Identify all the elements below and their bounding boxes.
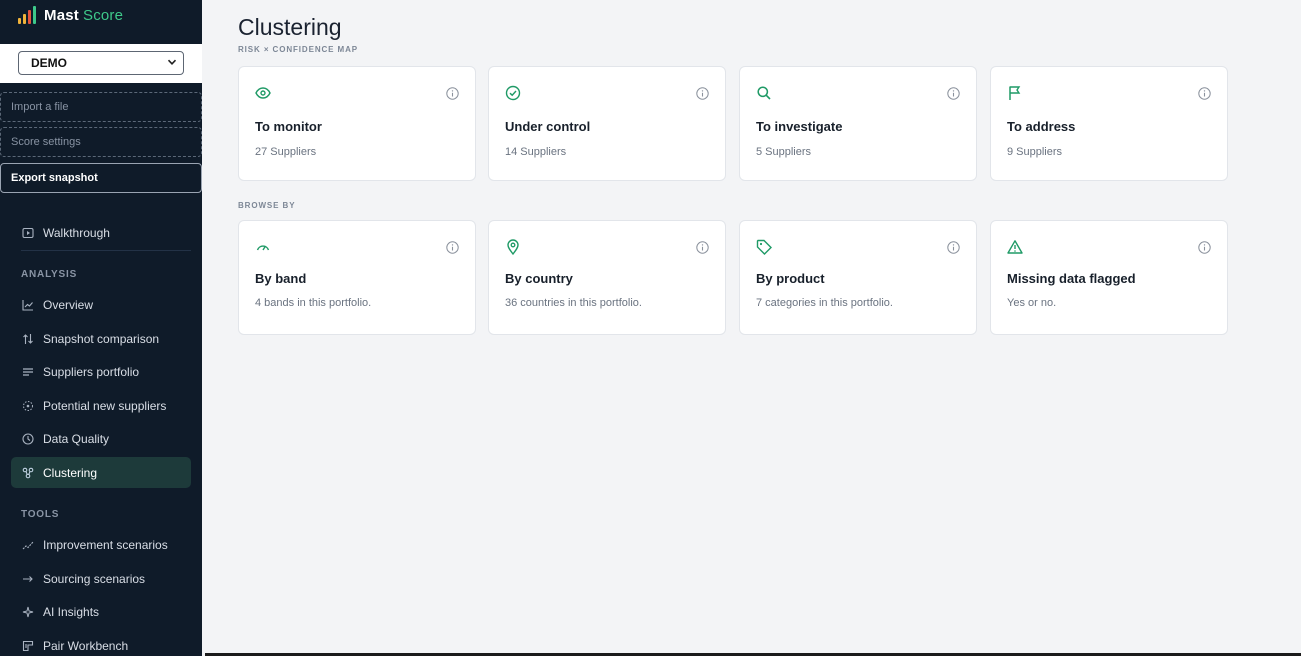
info-icon[interactable] xyxy=(446,87,459,100)
card-missing-data-flagged[interactable]: Missing data flagged Yes or no. xyxy=(990,220,1228,335)
card-to-monitor[interactable]: To monitor 27 Suppliers xyxy=(238,66,476,181)
nav-walkthrough[interactable]: Walkthrough xyxy=(11,217,191,248)
nav-walkthrough-label: Walkthrough xyxy=(43,225,110,240)
card-description: 36 countries in this portfolio. xyxy=(505,297,642,309)
page-title: Clustering xyxy=(238,14,342,40)
brand-logo[interactable]: Mast Score xyxy=(18,4,123,26)
nav-overview[interactable]: Overview xyxy=(11,289,191,320)
nav-data-quality[interactable]: Data Quality xyxy=(11,423,191,454)
sparkle-icon xyxy=(22,400,34,412)
nav-potential-new-suppliers-label: Potential new suppliers xyxy=(43,398,167,413)
nav-ai-insights-label: AI Insights xyxy=(43,604,100,619)
nav-snapshot-comparison-label: Snapshot comparison xyxy=(43,331,160,346)
card-count: 9 Suppliers xyxy=(1007,146,1063,158)
card-title: By product xyxy=(756,271,825,286)
main-content: Clustering RISK × CONFIDENCE MAP To moni… xyxy=(202,0,1301,656)
arrows-updown-icon xyxy=(22,333,34,345)
clock-icon xyxy=(22,432,34,445)
card-title: By band xyxy=(255,271,307,286)
card-by-band[interactable]: By band 4 bands in this portfolio. xyxy=(238,220,476,335)
nav-ai-insights[interactable]: AI Insights xyxy=(11,596,191,627)
nav-improvement-scenarios[interactable]: Improvement scenarios xyxy=(11,529,191,560)
nav-suppliers-portfolio-label: Suppliers portfolio xyxy=(43,364,140,379)
info-icon[interactable] xyxy=(696,87,709,100)
info-icon[interactable] xyxy=(1198,87,1211,100)
info-icon[interactable] xyxy=(947,241,960,254)
nav-sourcing-scenarios-label: Sourcing scenarios xyxy=(43,571,146,586)
tools-heading: TOOLS xyxy=(21,509,60,520)
card-count: 5 Suppliers xyxy=(756,146,812,158)
card-title: To investigate xyxy=(756,119,843,134)
card-title: By country xyxy=(505,271,573,286)
nav-pair-workbench[interactable]: Pair Workbench xyxy=(11,630,191,656)
search-icon xyxy=(756,85,772,101)
cluster-icon xyxy=(22,467,34,479)
trend-icon xyxy=(22,539,34,551)
nav-clustering[interactable]: Clustering xyxy=(11,457,191,488)
page-subtitle: RISK × CONFIDENCE MAP xyxy=(238,45,359,54)
info-icon[interactable] xyxy=(446,241,459,254)
nav-improvement-scenarios-label: Improvement scenarios xyxy=(43,537,168,552)
info-icon[interactable] xyxy=(696,241,709,254)
map-pin-icon xyxy=(505,239,521,256)
nav-overview-label: Overview xyxy=(43,297,94,312)
card-by-country[interactable]: By country 36 countries in this portfoli… xyxy=(488,220,726,335)
list-icon xyxy=(22,366,34,378)
brand-name: Mast Score xyxy=(44,6,124,24)
card-count: 14 Suppliers xyxy=(505,146,567,158)
import-file-button[interactable]: Import a file xyxy=(0,92,202,122)
info-icon[interactable] xyxy=(1198,241,1211,254)
card-title: To monitor xyxy=(255,119,322,134)
card-to-address[interactable]: To address 9 Suppliers xyxy=(990,66,1228,181)
gauge-icon xyxy=(255,239,271,255)
nav-suppliers-portfolio[interactable]: Suppliers portfolio xyxy=(11,356,191,387)
score-settings-button[interactable]: Score settings xyxy=(0,127,202,157)
nav-pair-workbench-label: Pair Workbench xyxy=(43,638,129,653)
workbench-icon xyxy=(22,640,34,652)
card-count: 27 Suppliers xyxy=(255,146,317,158)
card-description: 4 bands in this portfolio. xyxy=(255,297,372,309)
card-description: Yes or no. xyxy=(1007,297,1057,309)
card-to-investigate[interactable]: To investigate 5 Suppliers xyxy=(739,66,977,181)
info-icon[interactable] xyxy=(947,87,960,100)
card-title: Missing data flagged xyxy=(1007,271,1136,286)
card-by-product[interactable]: By product 7 categories in this portfoli… xyxy=(739,220,977,335)
chart-line-icon xyxy=(22,299,34,311)
play-box-icon xyxy=(22,227,34,239)
nav-data-quality-label: Data Quality xyxy=(43,431,110,446)
card-under-control[interactable]: Under control 14 Suppliers xyxy=(488,66,726,181)
eye-icon xyxy=(255,85,271,101)
nav-clustering-label: Clustering xyxy=(43,465,98,480)
check-circle-icon xyxy=(505,85,521,101)
nav-sourcing-scenarios[interactable]: Sourcing scenarios xyxy=(11,563,191,594)
analysis-heading: ANALYSIS xyxy=(21,269,78,280)
card-description: 7 categories in this portfolio. xyxy=(756,297,893,309)
snapshot-select-value: DEMO xyxy=(31,56,67,70)
card-title: To address xyxy=(1007,119,1076,134)
nav-potential-new-suppliers[interactable]: Potential new suppliers xyxy=(11,390,191,421)
logo-bars-icon xyxy=(18,6,36,24)
sidebar: Mast Score DEMO Import a file Score setti… xyxy=(0,0,202,656)
card-title: Under control xyxy=(505,119,591,134)
export-snapshot-button[interactable]: Export snapshot xyxy=(0,163,202,193)
nav-snapshot-comparison[interactable]: Snapshot comparison xyxy=(11,323,191,354)
tag-icon xyxy=(756,239,772,255)
chevron-down-icon xyxy=(167,57,177,70)
browse-by-label: BROWSE BY xyxy=(238,201,296,210)
snapshot-select[interactable]: DEMO xyxy=(18,51,184,75)
nav-divider xyxy=(21,250,191,251)
flag-icon xyxy=(1007,85,1023,101)
warning-icon xyxy=(1007,239,1023,255)
star-icon xyxy=(22,606,34,618)
arrow-right-icon xyxy=(22,573,34,585)
